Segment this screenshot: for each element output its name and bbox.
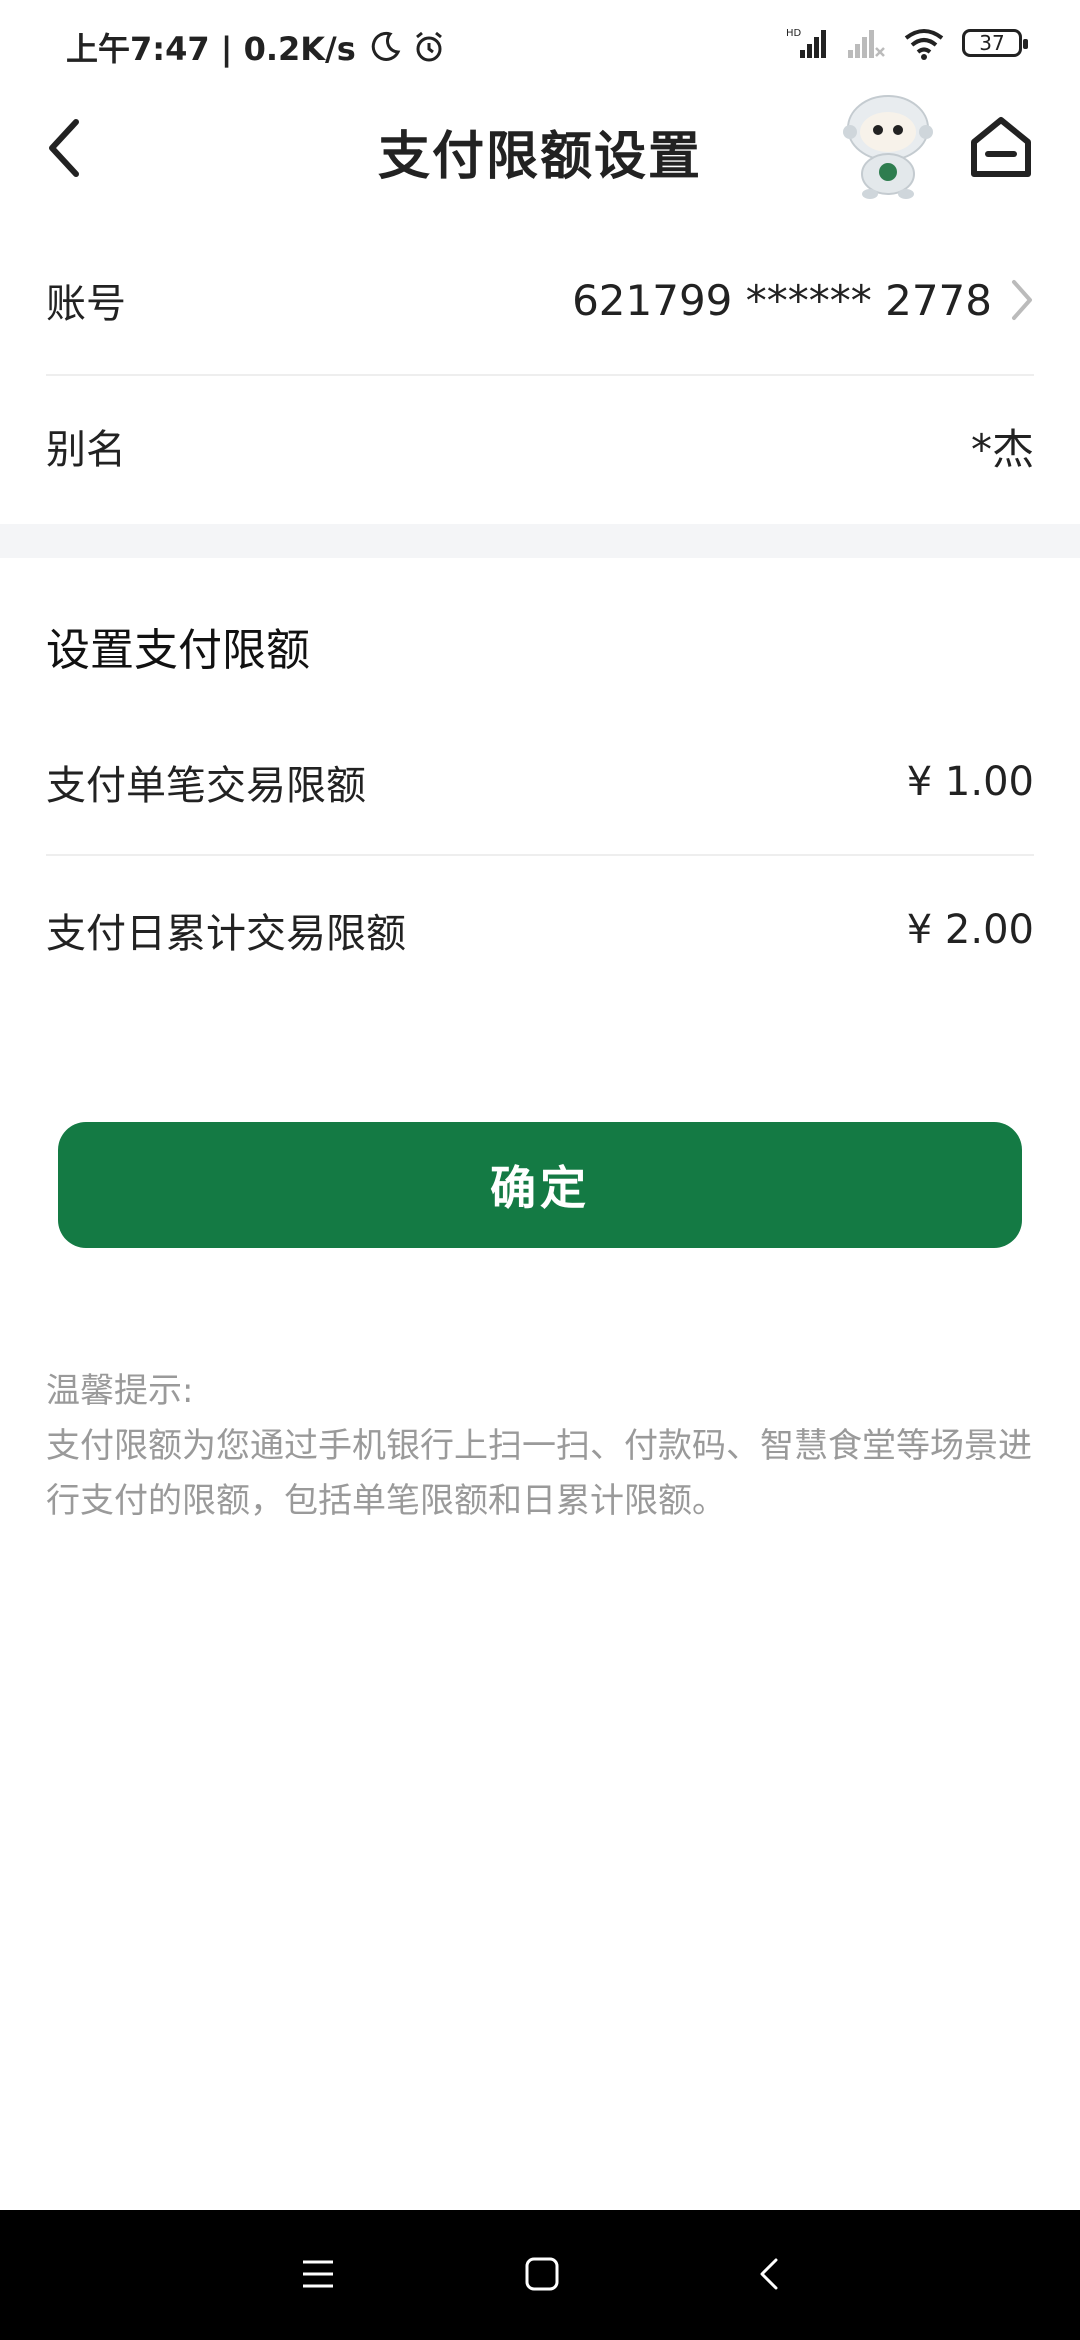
account-number: 621799 ****** 2778 [572,275,992,325]
section-title: 设置支付限额 [46,625,310,676]
tip-body: 支付限额为您通过手机银行上扫一扫、付款码、智慧食堂等场景进行支付的限额，包括单笔… [46,1426,1032,1521]
robot-assistant-avatar[interactable] [838,90,938,200]
confirm-button[interactable]: 确定 [58,1122,1022,1248]
daily-limit-label: 支付日累计交易限额 [46,911,406,957]
alias-row: 别名 *杰 [46,396,1034,496]
menu-icon[interactable] [300,2256,336,2292]
alias-value: *杰 [970,424,1034,474]
status-icons: HD 37 [786,26,1028,60]
status-time: 上午7:47 | 0.2K/s [66,24,446,70]
battery-icon: 37 [962,29,1028,57]
system-nav-bar [0,2210,1080,2340]
signal-hd-icon: HD [786,28,826,58]
home-button[interactable] [968,112,1034,182]
account-value-group: 621799 ****** 2778 [572,276,1034,325]
status-time-text: 上午7:47 | 0.2K/s [66,30,356,68]
home-square-icon[interactable] [524,2256,560,2292]
signal-hd-label: HD [786,28,802,39]
nav-bar: 支付限额设置 [0,90,1080,210]
daily-limit-row[interactable]: 支付日累计交易限额 ¥ 2.00 [46,880,1034,980]
signal-weak-icon [848,30,885,58]
divider [46,854,1034,856]
divider [46,374,1034,376]
moon-icon [371,31,401,61]
single-limit-label: 支付单笔交易限额 [46,763,366,809]
home-icon [971,117,1031,177]
alias-label: 别名 [46,427,126,473]
tip-block: 温馨提示: 支付限额为您通过手机银行上扫一扫、付款码、智慧食堂等场景进行支付的限… [46,1364,1036,1529]
tip-title: 温馨提示: [46,1371,194,1411]
chevron-right-icon [1012,280,1032,320]
back-arrow-icon[interactable] [752,2256,788,2292]
section-separator [0,524,1080,558]
account-label: 账号 [46,281,126,327]
single-limit-row[interactable]: 支付单笔交易限额 ¥ 1.00 [46,732,1034,832]
account-row[interactable]: 账号 621799 ****** 2778 [46,250,1034,350]
robot-icon [843,95,933,199]
battery-level: 37 [979,31,1005,55]
daily-limit-value[interactable]: ¥ 2.00 [907,907,1034,953]
single-limit-value[interactable]: ¥ 1.00 [907,759,1034,805]
status-bar: 上午7:47 | 0.2K/s HD 37 [0,0,1080,90]
wifi-icon [904,29,944,60]
alarm-icon [415,31,442,62]
